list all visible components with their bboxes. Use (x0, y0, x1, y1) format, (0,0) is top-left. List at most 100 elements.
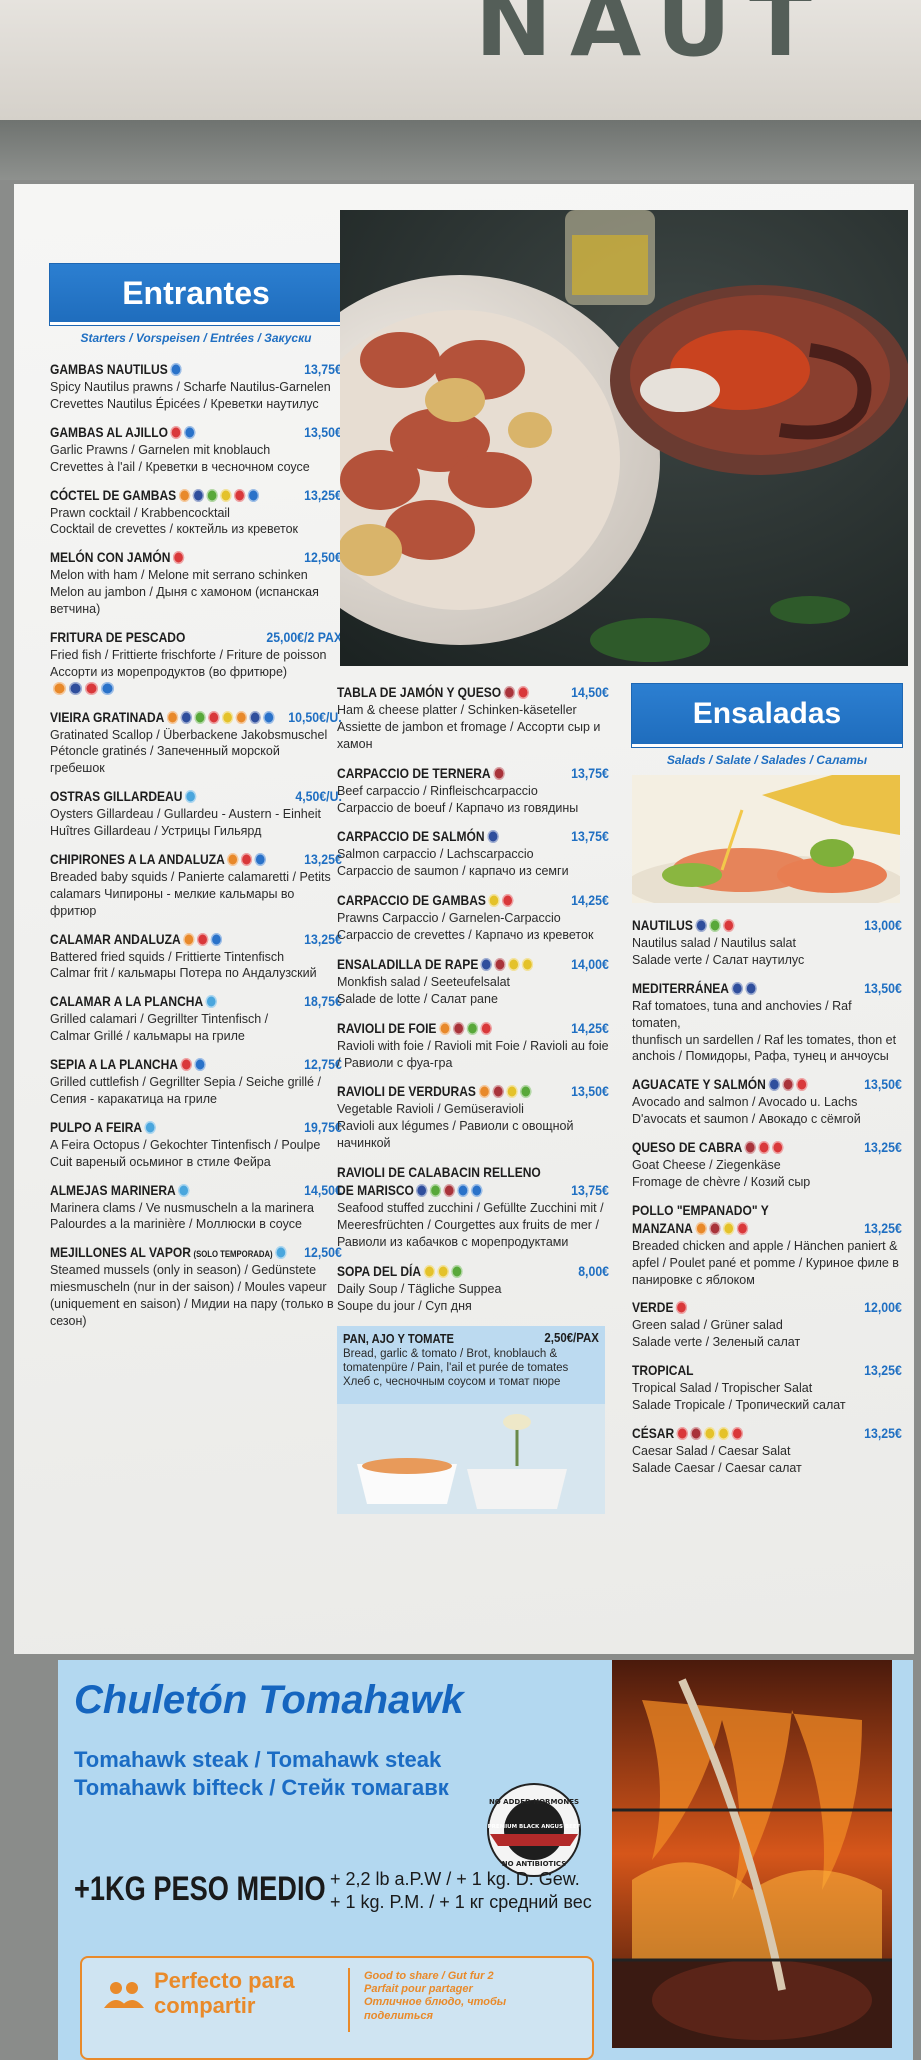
item-name-text: ENSALADILLA DE RAPE (337, 955, 479, 972)
item-desc: Grilled calamari / Gegrillter Tintenfisc… (50, 1011, 342, 1045)
pan-desc-line: Хлеб с, чесночным соусом и томат пюре (343, 1375, 561, 1388)
menu-item: TABLA DE JAMÓN Y QUESO 14,50€ Ham & cheese… (337, 684, 609, 753)
item-desc: Breaded chicken and apple / Hänchen pani… (632, 1238, 902, 1289)
allergen-icon (170, 363, 182, 376)
allergen-icon (493, 766, 505, 780)
item-desc: Garlic Prawns / Garnelen mit knoblauch Cr… (50, 442, 342, 476)
share-title-line: Perfecto para (154, 1968, 295, 1993)
item-name: GAMBAS AL AJILLO (50, 424, 196, 440)
octopus-photo-illustration (340, 210, 908, 666)
item-desc-line: Salade verte / Салат наутилус (632, 952, 805, 967)
item-name: PULPO A FEIRA (50, 1119, 156, 1135)
allergen-icon (444, 1184, 456, 1197)
item-name: QUESO DE CABRA (632, 1139, 784, 1155)
menu-item: NAUTILUS 13,00€ Nautilus salad / Nautilus … (632, 917, 902, 969)
item-price: 14,25€ (571, 892, 609, 909)
item-name-text: CARPACCIO DE GAMBAS (337, 892, 486, 909)
middle-column: TABLA DE JAMÓN Y QUESO 14,50€ Ham & cheese… (337, 684, 609, 1515)
menu-item: AGUACATE Y SALMÓN 13,50€ Avocado and salmo… (632, 1076, 902, 1128)
ensaladas-subtitle: Salads / Salate / Salades / Салаты (666, 753, 868, 767)
item-desc-line: Palourdes a la marinière / Моллюски в со… (50, 1217, 302, 1232)
allergen-icon (758, 1141, 770, 1154)
item-price: 25,00€/2 PAX (266, 628, 342, 645)
item-desc: Goat Cheese / Ziegenkäse Fromage de chèvr… (632, 1157, 902, 1191)
item-name-text: MEJILLONES AL VAPOR (50, 1244, 191, 1261)
item-desc-line: Beef carpaccio / Rinfleischcarpaccio (337, 783, 538, 798)
item-desc-line: Grilled cuttlefish / Gegrillter Sepia / … (50, 1075, 321, 1089)
weight-alt-line: + 2,2 lb a.P.W / + 1 kg. D. Gew. (330, 1869, 580, 1889)
item-desc-line: Melon au jambon / Дыня с хамоном (испанс… (50, 585, 319, 600)
item-name-line2: DE MARISCO (337, 1182, 483, 1198)
item-desc-line: Marinera clams / Ve nusmuscheln a la mar… (50, 1200, 315, 1215)
item-desc: Prawn cocktail / Krabbencocktail Cocktail… (50, 505, 342, 539)
tomahawk-title: Chuletón Tomahawk (74, 1678, 464, 1722)
allergen-icon (222, 710, 234, 724)
share-desc-line: поделиться (364, 2009, 433, 2022)
item-name: CALAMAR A LA PLANCHA (50, 993, 217, 1009)
pan-desc-line: Bread, garlic & tomato / Brot, knoblauch… (343, 1348, 558, 1361)
item-name: MELÓN CON JAMÓN (50, 549, 185, 566)
item-name-text: TROPICAL (632, 1362, 694, 1379)
item-name: RAVIOLI DE CALABACIN RELLENO (337, 1164, 541, 1180)
item-desc: Caesar Salad / Caesar Salat Salade Caesar… (632, 1443, 902, 1477)
item-desc-line: Carpaccio de saumon / карпачо из семги (337, 864, 569, 879)
item-desc: Daily Soup / Tägliche Suppea Soupe du jou… (337, 1281, 609, 1315)
item-name: ALMEJAS MARINERA (50, 1182, 190, 1198)
item-desc-line: фритюр (50, 903, 97, 918)
tomahawk-weight: +1KG PESO MEDIO (74, 1870, 326, 1908)
item-name: NAUTILUS (632, 917, 735, 933)
item-desc-line: Salade Caesar / Caesar салат (632, 1460, 802, 1475)
menu-item: MELÓN CON JAMÓN 12,50€ Melon with ham / Me… (50, 549, 342, 618)
item-price: 10,50€/U. (288, 708, 342, 725)
tomahawk-subtitle-line: Tomahawk steak / Tomahawk steak (74, 1747, 442, 1772)
allergen-icon (744, 1141, 757, 1154)
item-name: FRITURA DE PESCADO (50, 629, 185, 645)
item-desc-line: Grilled calamari / Gegrillter Tintenfisc… (50, 1012, 269, 1027)
item-price: 13,25€ (304, 486, 342, 503)
item-name-text: CALAMAR ANDALUZA (50, 930, 181, 947)
allergen-icon (722, 919, 735, 932)
item-name-text: CÓCTEL DE GAMBAS (50, 486, 177, 503)
menu-item: TROPICAL 13,25€ Tropical Salad / Tropische… (632, 1362, 902, 1414)
item-name-suffix: (SOLO TEMPORADA) (193, 1249, 273, 1260)
item-name-text: MELÓN CON JAMÓN (50, 549, 171, 566)
item-desc-line: Salade Tropicale / Тропический салат (632, 1398, 846, 1412)
allergen-icon (452, 1021, 464, 1035)
menu-item: MEDITERRÁNEA 13,50€ Raf tomatoes, tuna and… (632, 980, 902, 1066)
allergen-icon (416, 1184, 428, 1197)
item-desc-line: Spicy Nautilus prawns / Scharfe Nautilus… (50, 380, 331, 394)
allergen-icon (184, 425, 196, 439)
item-price: 13,50€ (304, 423, 342, 440)
pan-ajo-tomate-box: PAN, AJO Y TOMATE 2,50€/PAX Bread, garli… (337, 1326, 605, 1515)
item-desc: Salmon carpaccio / Lachscarpaccio Carpacc… (337, 846, 609, 880)
pan-desc: Bread, garlic & tomato / Brot, knoblauch… (343, 1348, 599, 1389)
allergen-icon (506, 1085, 518, 1099)
item-desc: Seafood stuffed zucchini / Gefüllte Zucc… (337, 1200, 609, 1251)
menu-item: ALMEJAS MARINERA 14,50€ Marinera clams / V… (50, 1182, 342, 1234)
allergen-icon (795, 1078, 808, 1092)
allergen-icon (183, 932, 195, 946)
item-desc: Ham & cheese platter / Schinken-käsetell… (337, 702, 609, 753)
allergen-icon (517, 686, 529, 699)
share-desc-line: Отличное блюдо, чтобы (364, 1996, 507, 2009)
allergen-icon (206, 488, 218, 502)
item-price: 13,25€ (864, 1139, 902, 1155)
ensaladas-title: Ensaladas (632, 684, 902, 747)
salad-photo (632, 775, 900, 903)
ensaladas-column: Ensaladas Salads / Salate / Salades / Са… (632, 684, 902, 1488)
item-name: GAMBAS NAUTILUS (50, 361, 182, 377)
badge-top-text: NO ADDED HORMONES (489, 1798, 579, 1806)
item-desc-line: A Feira Octopus / Gekochter Tintenfisch … (50, 1137, 321, 1152)
item-price: 14,00€ (571, 955, 609, 972)
item-desc: Battered fried squids / Frittierte Tinte… (50, 949, 342, 983)
menu-item: OSTRAS GILLARDEAU 4,50€/U. Oysters Gillard… (50, 788, 342, 840)
allergen-icon (522, 957, 534, 971)
menu-item: MEJILLONES AL VAPOR (SOLO TEMPORADA) 12,50… (50, 1244, 342, 1330)
item-desc-line: Fromage de chèvre / Козий сыр (632, 1174, 811, 1189)
allergen-icon (690, 1426, 702, 1440)
menu-item: SEPIA A LA PLANCHA 12,75€ Grilled cuttlefi… (50, 1056, 342, 1108)
item-price: 13,00€ (864, 917, 902, 933)
item-desc: Spicy Nautilus prawns / Scharfe Nautilus… (50, 379, 342, 413)
item-name-text: ALMEJAS MARINERA (50, 1181, 176, 1198)
item-desc-line: Soupe du jour / Суп дня (337, 1298, 472, 1313)
